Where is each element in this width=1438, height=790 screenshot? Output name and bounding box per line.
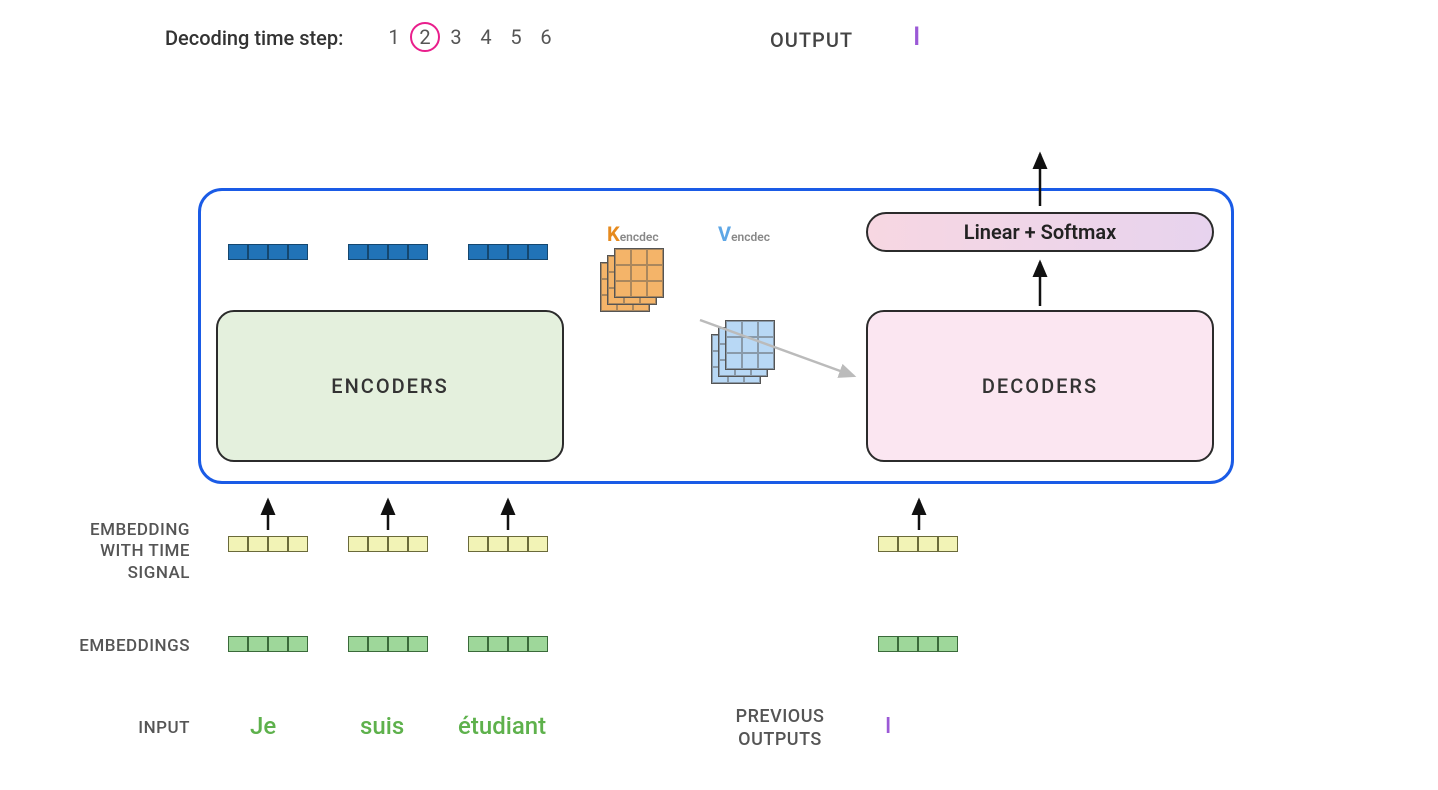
arrows-layer: [0, 0, 1438, 790]
